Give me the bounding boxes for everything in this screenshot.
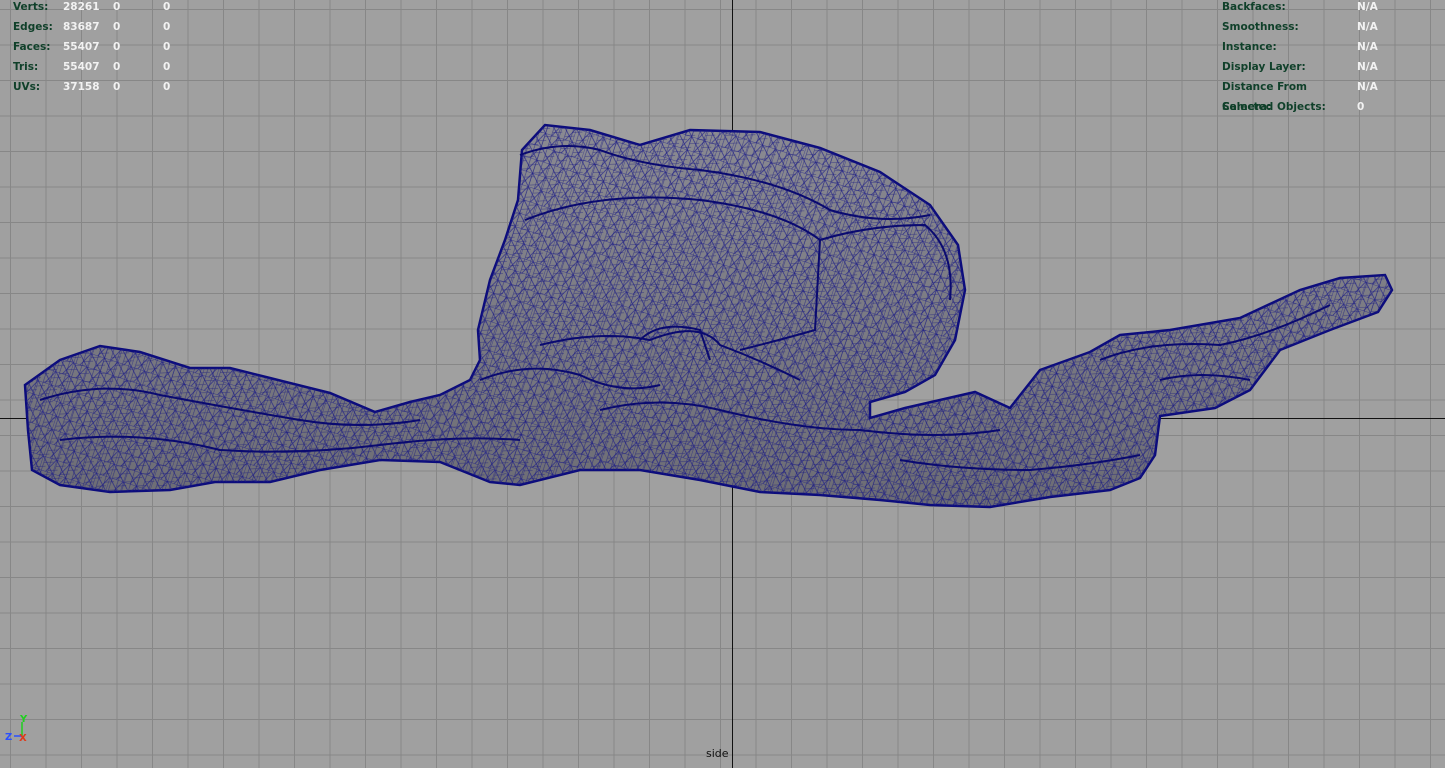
- info-value: N/A: [1357, 81, 1378, 93]
- info-label: Instance:: [1222, 41, 1277, 53]
- info-row-backfaces: Backfaces: N/A: [1222, 0, 1417, 17]
- stat-value: 0: [163, 81, 171, 93]
- info-value: 0: [1357, 101, 1365, 113]
- stat-value: 0: [163, 41, 171, 53]
- camera-name-label: side: [706, 747, 729, 760]
- stat-row-faces: Faces: 55407 0 0: [13, 37, 193, 57]
- stat-value: 0: [113, 61, 121, 73]
- object-info-hud: Backfaces: N/A Smoothness: N/A Instance:…: [1222, 0, 1417, 117]
- x-axis-label: X: [19, 733, 27, 744]
- y-axis-label: Y: [19, 714, 28, 725]
- stat-value: 28261: [63, 1, 100, 13]
- stat-value: 83687: [63, 21, 100, 33]
- info-value: N/A: [1357, 61, 1378, 73]
- info-label: Backfaces:: [1222, 1, 1286, 13]
- info-value: N/A: [1357, 21, 1378, 33]
- info-label: Display Layer:: [1222, 61, 1306, 73]
- stat-value: 0: [163, 21, 171, 33]
- info-label: Smoothness:: [1222, 21, 1299, 33]
- info-row-selected: Selected Objects: 0: [1222, 97, 1417, 117]
- stat-value: 0: [113, 81, 121, 93]
- axis-gizmo-icon: Y Z X: [5, 714, 28, 744]
- stat-value: 0: [113, 21, 121, 33]
- stat-value: 0: [163, 61, 171, 73]
- stat-row-verts: Verts: 28261 0 0: [13, 0, 193, 17]
- z-axis-label: Z: [5, 732, 12, 743]
- stat-value: 55407: [63, 41, 100, 53]
- info-row-display-layer: Display Layer: N/A: [1222, 57, 1417, 77]
- info-row-distance: Distance From Camera: N/A: [1222, 77, 1417, 113]
- info-row-smoothness: Smoothness: N/A: [1222, 17, 1417, 37]
- stat-label: Tris:: [13, 61, 39, 73]
- info-row-instance: Instance: N/A: [1222, 37, 1417, 57]
- stat-value: 55407: [63, 61, 100, 73]
- info-value: N/A: [1357, 41, 1378, 53]
- stat-value: 37158: [63, 81, 100, 93]
- stat-label: Edges:: [13, 21, 53, 33]
- stat-row-uvs: UVs: 37158 0 0: [13, 77, 193, 97]
- stat-label: UVs:: [13, 81, 41, 93]
- stat-label: Faces:: [13, 41, 51, 53]
- viewport-side[interactable]: Verts: 28261 0 0 Edges: 83687 0 0 Faces:…: [0, 0, 1445, 768]
- stat-value: 0: [163, 1, 171, 13]
- stat-row-tris: Tris: 55407 0 0: [13, 57, 193, 77]
- info-value: N/A: [1357, 1, 1378, 13]
- poly-count-hud: Verts: 28261 0 0 Edges: 83687 0 0 Faces:…: [13, 0, 193, 97]
- stat-value: 0: [113, 1, 121, 13]
- info-label: Distance From Camera:: [1222, 81, 1307, 113]
- info-label: Selected Objects:: [1222, 101, 1326, 113]
- stat-row-edges: Edges: 83687 0 0: [13, 17, 193, 37]
- stat-label: Verts:: [13, 1, 49, 13]
- stat-value: 0: [113, 41, 121, 53]
